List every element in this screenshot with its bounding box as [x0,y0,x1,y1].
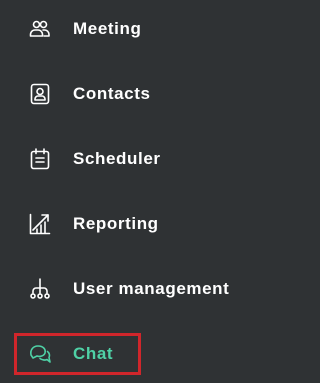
sidebar-item-label: Reporting [73,214,159,233]
sidebar-item-user-management[interactable]: User management [0,264,294,314]
sidebar-item-chat[interactable]: Chat [0,329,294,379]
people-icon [28,17,52,41]
sidebar-item-label: Meeting [73,19,142,38]
sidebar-item-scheduler[interactable]: Scheduler [0,134,294,184]
sidebar-item-meeting[interactable]: Meeting [0,4,294,54]
chat-bubbles-icon [28,342,52,366]
sidebar-item-label: Scheduler [73,149,161,168]
sidebar-item-label: Chat [73,344,114,363]
contact-card-icon [28,82,52,106]
sidebar-item-reporting[interactable]: Reporting [0,199,294,249]
sidebar-item-label: User management [73,279,230,298]
calendar-icon [28,147,52,171]
sidebar-nav: Meeting Contacts Scheduler Reporting Use… [0,0,294,383]
sidebar-item-contacts[interactable]: Contacts [0,69,294,119]
chart-trend-icon [28,212,52,236]
sidebar-item-label: Contacts [73,84,151,103]
org-chart-icon [28,277,52,301]
